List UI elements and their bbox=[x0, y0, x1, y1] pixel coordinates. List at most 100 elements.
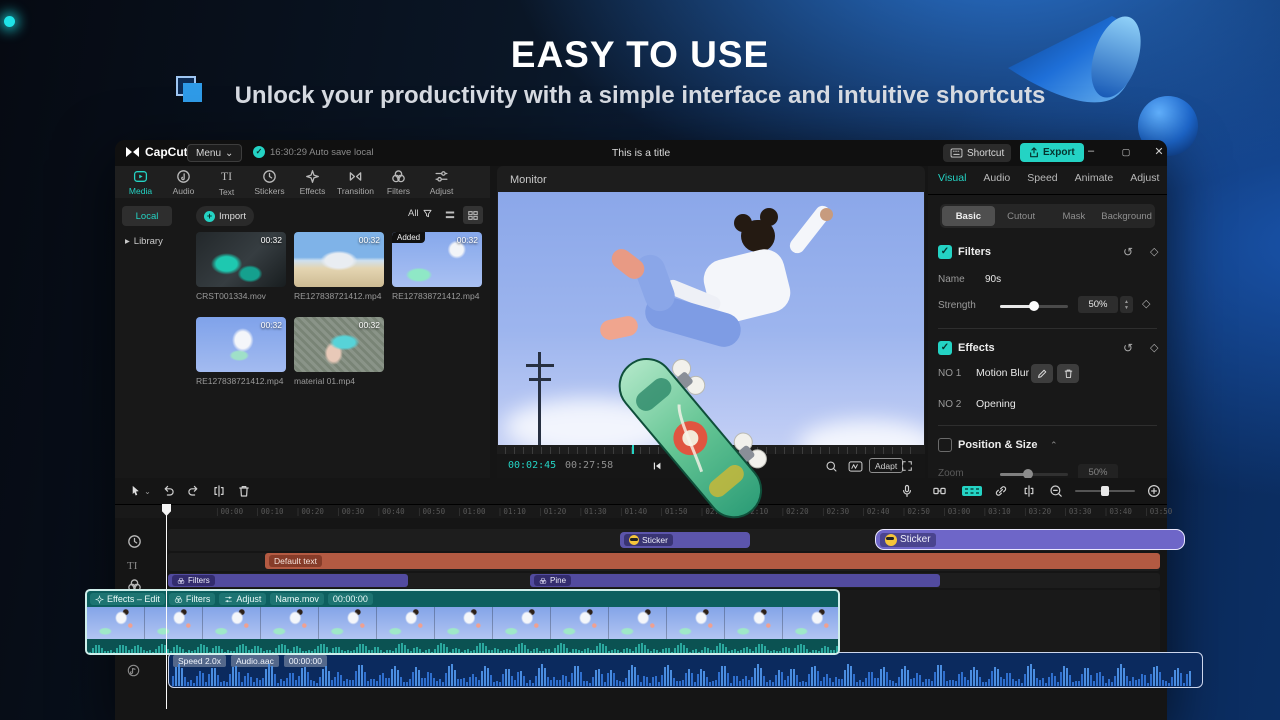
grid-view-button[interactable] bbox=[463, 206, 483, 224]
monitor-scrubber[interactable] bbox=[505, 447, 917, 454]
selected-clip-overlay[interactable]: Effects – Edit Filters Adjust Name.mov 00:00… bbox=[85, 589, 840, 655]
reset-icon[interactable]: ↺ bbox=[1123, 245, 1133, 259]
media-tab-adjust[interactable]: Adjust bbox=[420, 166, 463, 198]
inspector-tab-visual[interactable]: Visual bbox=[938, 172, 966, 184]
delete-effect-button[interactable] bbox=[1057, 364, 1079, 383]
waveform-icon[interactable] bbox=[845, 458, 865, 474]
media-item[interactable]: 00:32 material 01.mp4 bbox=[294, 317, 384, 386]
magnifier-icon[interactable] bbox=[821, 458, 841, 474]
maximize-button[interactable]: ▢ bbox=[1118, 147, 1134, 158]
media-filename: CRST001334.mov bbox=[196, 291, 266, 301]
media-thumbnail[interactable]: 00:32 bbox=[196, 317, 286, 372]
segment-basic[interactable]: Basic bbox=[942, 206, 995, 226]
media-tab-text[interactable]: TI Text bbox=[205, 166, 248, 198]
filters-checkbox[interactable]: ✓ bbox=[938, 245, 952, 259]
pause-button[interactable] bbox=[707, 458, 727, 474]
media-tab-media[interactable]: Media bbox=[119, 166, 162, 198]
media-thumbnail[interactable]: 00:32 bbox=[294, 317, 384, 372]
zoomout-icon[interactable] bbox=[1047, 483, 1065, 499]
media-tab-effects[interactable]: Effects bbox=[291, 166, 334, 198]
inspector-tab-speed[interactable]: Speed bbox=[1027, 172, 1057, 184]
text-track-icon[interactable]: TI bbox=[127, 556, 137, 574]
minimize-button[interactable]: – bbox=[1083, 145, 1099, 157]
keyframe-icon[interactable]: ◇ bbox=[1142, 297, 1150, 310]
zoomin-icon[interactable] bbox=[1145, 483, 1163, 499]
list-view-button[interactable] bbox=[440, 206, 460, 224]
inspector-segmented-control: Basic Cutout Mask Background bbox=[940, 204, 1155, 228]
strength-value[interactable]: 50% bbox=[1078, 296, 1118, 313]
select-tool-icon[interactable]: ⌄ bbox=[127, 483, 153, 499]
timeline-ruler[interactable]: |00:00 |00:10 |00:20 |00:30 |00:40 |00:50 |01:… bbox=[115, 504, 1172, 518]
timeline-zoom-slider[interactable] bbox=[1075, 486, 1135, 496]
zoom-value[interactable]: 50% bbox=[1078, 464, 1118, 478]
media-tab-transition[interactable]: Transition bbox=[334, 166, 377, 198]
skip-start-button[interactable] bbox=[647, 458, 667, 474]
position-size-checkbox[interactable] bbox=[938, 438, 952, 452]
media-item[interactable]: 00:32 CRST001334.mov bbox=[196, 232, 286, 301]
inspector-tab-audio[interactable]: Audio bbox=[983, 172, 1010, 184]
ruler-label: |01:40 bbox=[619, 507, 648, 516]
splitview-icon[interactable] bbox=[1020, 483, 1038, 499]
filter-all-dropdown[interactable]: All bbox=[408, 208, 433, 219]
media-thumbnail[interactable]: Added 00:32 bbox=[392, 232, 482, 287]
keyframe-icon[interactable]: ◇ bbox=[1150, 341, 1158, 354]
split-tool-icon[interactable] bbox=[210, 483, 228, 499]
mic-icon[interactable] bbox=[898, 483, 916, 499]
media-item[interactable]: Added 00:32 RE127838721412.mp4 bbox=[392, 232, 482, 301]
text-clip[interactable]: Default text bbox=[265, 553, 1160, 569]
media-panel: Media Audio TI Text Stickers Effects Tra… bbox=[115, 166, 490, 478]
media-item[interactable]: 00:32 RE127838721412.mp4 bbox=[196, 317, 286, 386]
segment-mask[interactable]: Mask bbox=[1048, 206, 1101, 226]
frame-back-button[interactable] bbox=[679, 458, 699, 474]
ruler-label: |01:20 bbox=[538, 507, 567, 516]
media-thumbnail[interactable]: 00:32 bbox=[294, 232, 384, 287]
segment-background[interactable]: Background bbox=[1100, 206, 1153, 226]
media-tab-filters[interactable]: Filters bbox=[377, 166, 420, 198]
inspector-tab-adjust[interactable]: Adjust bbox=[1130, 172, 1159, 184]
effects-checkbox[interactable]: ✓ bbox=[938, 341, 952, 355]
trash-tool-icon[interactable] bbox=[235, 483, 253, 499]
overlay-frame-thumbnail bbox=[609, 607, 667, 639]
segment-cutout[interactable]: Cutout bbox=[995, 206, 1048, 226]
overlay-frame-thumbnail bbox=[435, 607, 493, 639]
link-icon[interactable] bbox=[992, 483, 1010, 499]
filter-clip[interactable]: Filters bbox=[168, 574, 408, 587]
strength-stepper[interactable]: ▲ ▼ bbox=[1120, 296, 1133, 313]
filters-icon bbox=[177, 577, 185, 584]
media-tab-audio[interactable]: Audio bbox=[162, 166, 205, 198]
sidebar-item-local[interactable]: Local bbox=[122, 206, 172, 226]
edit-effect-button[interactable] bbox=[1031, 364, 1053, 383]
music-track-icon[interactable] bbox=[127, 664, 140, 682]
ruler-label: |00:40 bbox=[376, 507, 405, 516]
monitor-video[interactable] bbox=[498, 192, 924, 445]
preview-icon[interactable] bbox=[960, 483, 984, 499]
overwrite-icon[interactable] bbox=[930, 483, 948, 499]
zoom-slider[interactable] bbox=[1000, 469, 1068, 478]
stickers-track-icon[interactable] bbox=[127, 534, 142, 554]
collapse-caret-icon[interactable]: ⌃ bbox=[1050, 440, 1058, 451]
sticker-clip[interactable]: Sticker bbox=[620, 532, 750, 548]
ruler-label: |01:50 bbox=[659, 507, 688, 516]
strength-slider[interactable] bbox=[1000, 301, 1068, 311]
close-button[interactable]: ✕ bbox=[1151, 145, 1167, 158]
inspector-tab-animate[interactable]: Animate bbox=[1075, 172, 1114, 184]
audio-clip[interactable]: Speed 2.0x Audio.aac 00:00:00 bbox=[168, 652, 1203, 688]
keyframe-icon[interactable]: ◇ bbox=[1150, 245, 1158, 258]
overlay-chip: Effects – Edit bbox=[90, 593, 165, 605]
media-thumbnail[interactable]: 00:32 bbox=[196, 232, 286, 287]
media-tab-stickers[interactable]: Stickers bbox=[248, 166, 291, 198]
overlay-frame-thumbnail bbox=[319, 607, 377, 639]
shortcut-button[interactable]: Shortcut bbox=[943, 144, 1012, 162]
media-item[interactable]: 00:32 RE127838721412.mp4 bbox=[294, 232, 384, 301]
redo-tool-icon[interactable] bbox=[185, 483, 203, 499]
import-button[interactable]: + Import bbox=[196, 206, 254, 226]
fullscreen-icon[interactable] bbox=[897, 458, 917, 474]
filter-clip[interactable]: Pine bbox=[530, 574, 940, 587]
playhead[interactable] bbox=[162, 504, 171, 709]
sidebar-item-library[interactable]: ▸ Library bbox=[125, 236, 163, 247]
reset-icon[interactable]: ↺ bbox=[1123, 341, 1133, 355]
funnel-icon bbox=[423, 209, 432, 218]
undo-tool-icon[interactable] bbox=[159, 483, 177, 499]
sticker-clip-selected[interactable]: Sticker bbox=[875, 529, 1185, 550]
export-button[interactable]: Export bbox=[1020, 143, 1084, 162]
